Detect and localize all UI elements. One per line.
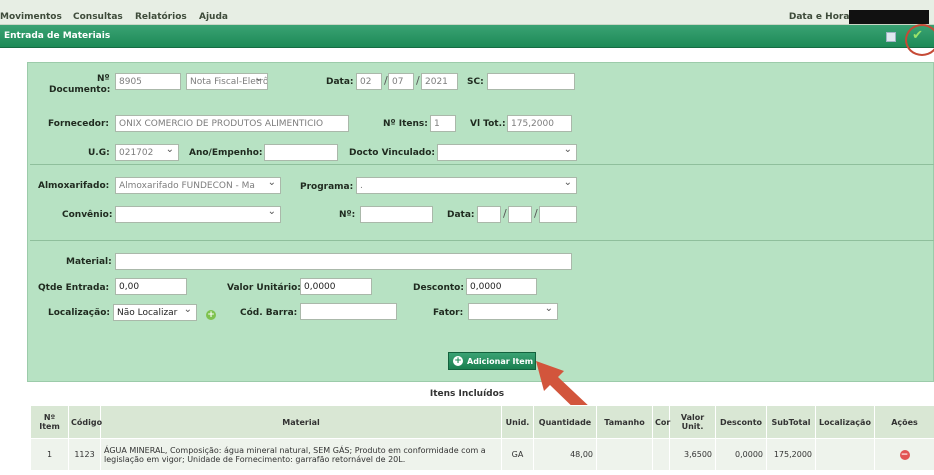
- date-time-redacted: [849, 10, 929, 24]
- agreement-date-label: Data:: [447, 210, 475, 220]
- cell-material: ÁGUA MINERAL, Composição: água mineral n…: [100, 438, 502, 471]
- doc-number-input[interactable]: 8905: [115, 73, 181, 90]
- divider: [30, 240, 934, 241]
- cell-location: [815, 438, 875, 471]
- agreement-day-input[interactable]: [477, 206, 501, 223]
- col-material[interactable]: Material: [100, 405, 502, 439]
- col-code[interactable]: Código: [68, 405, 102, 439]
- doc-num-label: Nº: [97, 74, 110, 84]
- date-slash: /: [416, 74, 420, 87]
- add-item-button[interactable]: + Adicionar Item: [448, 352, 536, 370]
- cell-unit-value: 3,6500: [669, 438, 716, 471]
- date-day-input[interactable]: 02: [356, 73, 382, 90]
- menu-movimentos[interactable]: Movimentos: [0, 12, 62, 22]
- ug-select[interactable]: 021702: [115, 144, 179, 161]
- items-table: Nº Item Código Material Unid. Quantidade…: [30, 405, 934, 471]
- ug-label: U.G:: [88, 148, 110, 158]
- cell-unit: GA: [501, 438, 534, 471]
- col-discount[interactable]: Desconto: [715, 405, 767, 439]
- material-label: Material:: [66, 257, 112, 267]
- warehouse-select[interactable]: Almoxarifado FUNDECON - Ma: [115, 177, 281, 194]
- supplier-label: Fornecedor:: [48, 119, 110, 129]
- sc-label: SC:: [467, 77, 484, 87]
- barcode-label: Cód. Barra:: [240, 308, 298, 318]
- col-unit-value[interactable]: Valor Unit.: [669, 405, 716, 439]
- col-size[interactable]: Tamanho: [596, 405, 653, 439]
- cell-actions: −: [874, 438, 934, 471]
- cell-color: [652, 438, 670, 471]
- menu-bar: Movimentos Consultas Relatórios Ajuda Da…: [0, 0, 934, 25]
- unit-value-input[interactable]: 0,0000: [300, 278, 372, 295]
- plus-icon: +: [453, 356, 463, 366]
- discount-label: Desconto:: [413, 283, 464, 293]
- agreement-year-input[interactable]: [539, 206, 577, 223]
- agreement-select[interactable]: [115, 206, 281, 223]
- cell-discount: 0,0000: [715, 438, 767, 471]
- discount-input[interactable]: 0,0000: [466, 278, 537, 295]
- items-title: Itens Incluídos: [429, 389, 505, 399]
- doc-label: Documento:: [49, 85, 111, 95]
- total-value-input[interactable]: 175,2000: [507, 115, 572, 132]
- total-value-label: Vl Tot.:: [470, 119, 506, 129]
- location-label: Localização:: [48, 308, 110, 318]
- add-item-label: Adicionar Item: [467, 357, 534, 366]
- col-subtotal[interactable]: SubTotal: [766, 405, 816, 439]
- year-commitment-label: Ano/Empenho:: [189, 148, 263, 158]
- col-actions[interactable]: Ações: [874, 405, 934, 439]
- sc-input[interactable]: [487, 73, 575, 90]
- col-location[interactable]: Localização: [815, 405, 875, 439]
- cell-quantity: 48,00: [533, 438, 597, 471]
- supplier-input[interactable]: ONIX COMERCIO DE PRODUTOS ALIMENTICIO: [115, 115, 349, 132]
- date-month-input[interactable]: 07: [388, 73, 414, 90]
- item-count-input[interactable]: 1: [430, 115, 456, 132]
- window-title-bar: Entrada de Materiais ✔: [0, 25, 934, 48]
- program-label: Programa:: [300, 182, 354, 192]
- col-quantity[interactable]: Quantidade: [533, 405, 597, 439]
- location-select[interactable]: Não Localizar: [113, 304, 197, 321]
- quantity-label: Qtde Entrada:: [38, 283, 110, 293]
- date-slash: /: [534, 207, 538, 220]
- window-title: Entrada de Materiais: [4, 31, 111, 41]
- warehouse-label: Almoxarifado:: [38, 181, 110, 191]
- date-time-label: Data e Hora:: [788, 12, 853, 22]
- barcode-input[interactable]: [300, 303, 397, 320]
- menu-ajuda[interactable]: Ajuda: [199, 12, 228, 22]
- year-commitment-input[interactable]: [264, 144, 338, 161]
- agreement-label: Convênio:: [62, 210, 113, 220]
- table-row[interactable]: 1 1123 ÁGUA MINERAL, Composição: água mi…: [30, 438, 934, 471]
- quantity-input[interactable]: 0,00: [115, 278, 187, 295]
- program-select[interactable]: .: [356, 177, 577, 194]
- cell-code: 1123: [68, 438, 101, 471]
- unit-value-label: Valor Unitário:: [227, 283, 301, 293]
- cell-item-num: 1: [30, 438, 69, 471]
- agreement-month-input[interactable]: [508, 206, 532, 223]
- agreement-number-input[interactable]: [360, 206, 433, 223]
- col-color[interactable]: Cor: [652, 405, 670, 439]
- doc-type-select[interactable]: Nota Fiscal-Eletrôr: [186, 73, 268, 90]
- factor-select[interactable]: [468, 303, 558, 320]
- menu-relatorios[interactable]: Relatórios: [135, 12, 187, 22]
- table-header-row: Nº Item Código Material Unid. Quantidade…: [30, 405, 934, 439]
- menu-consultas[interactable]: Consultas: [73, 12, 123, 22]
- agreement-number-label: Nº:: [339, 210, 356, 220]
- divider: [30, 164, 934, 165]
- date-year-input[interactable]: 2021: [421, 73, 458, 90]
- date-slash: /: [503, 207, 507, 220]
- highlight-circle: [905, 24, 934, 56]
- col-unit[interactable]: Unid.: [501, 405, 534, 439]
- clear-icon[interactable]: [886, 32, 896, 42]
- factor-label: Fator:: [433, 308, 464, 318]
- add-location-icon[interactable]: +: [206, 310, 216, 320]
- linked-doc-select[interactable]: [437, 144, 577, 161]
- material-input[interactable]: [115, 253, 572, 270]
- date-label: Data:: [326, 77, 354, 87]
- cell-subtotal: 175,2000: [766, 438, 816, 471]
- col-item-num[interactable]: Nº Item: [30, 405, 69, 439]
- item-count-label: Nº Itens:: [383, 119, 428, 129]
- linked-doc-label: Docto Vinculado:: [349, 148, 436, 158]
- remove-icon[interactable]: −: [899, 449, 910, 460]
- cell-size: [596, 438, 653, 471]
